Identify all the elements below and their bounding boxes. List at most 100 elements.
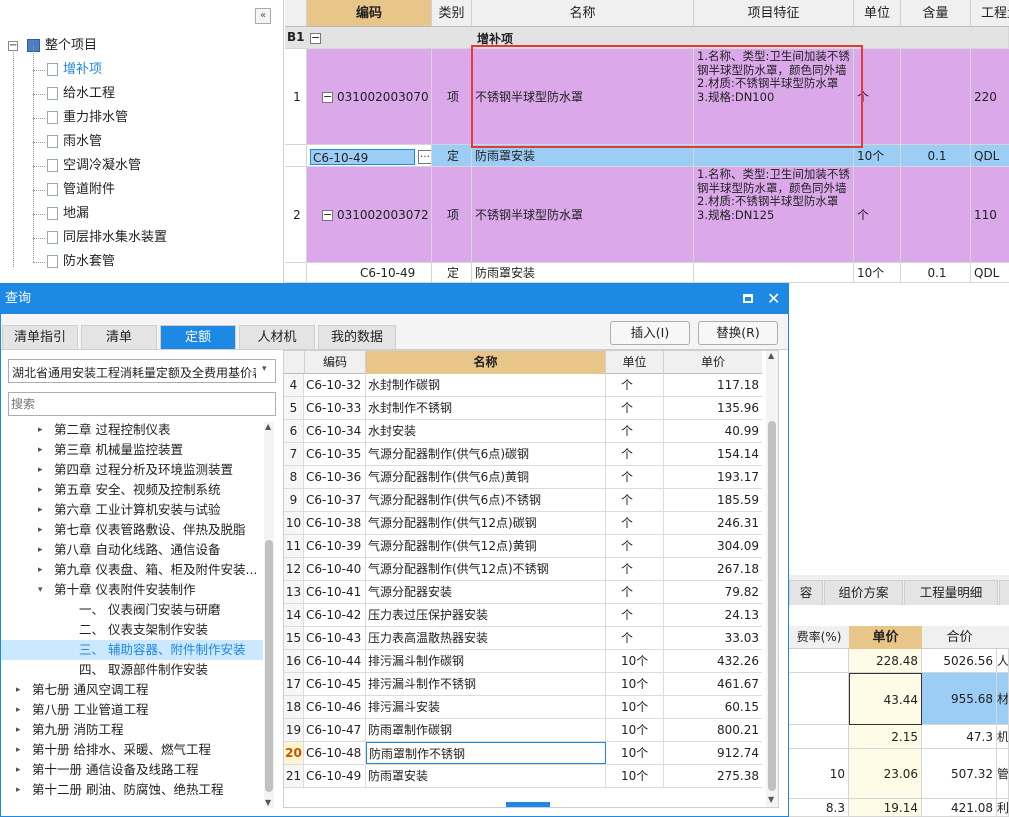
- quota-row[interactable]: 19 C6-10-47 防雨罩制作碳钢 10个 800.21: [284, 719, 762, 742]
- tree-item[interactable]: 给水工程: [0, 70, 284, 105]
- collapse-toggle-icon[interactable]: −: [8, 41, 18, 51]
- row-type[interactable]: 定: [432, 145, 472, 167]
- scroll-down-icon[interactable]: ▼: [768, 795, 774, 804]
- grid-header-unit[interactable]: 单位: [854, 0, 901, 27]
- quota-row[interactable]: 15 C6-10-43 压力表高温散热器安装个 33.03: [284, 627, 762, 650]
- row-type[interactable]: 定: [432, 263, 472, 283]
- tree-item[interactable]: 空调冷凝水管: [0, 142, 284, 177]
- chapter-item[interactable]: 二、 仪表支架制作安装: [1, 620, 263, 640]
- tab-0[interactable]: 清单指引: [2, 325, 78, 349]
- quota-row[interactable]: 7 C6-10-35 气源分配器制作(供气6点)碳钢个 154.14: [284, 443, 762, 466]
- quota-row[interactable]: 13 C6-10-41 气源分配器安装个 79.82: [284, 581, 762, 604]
- tab-2[interactable]: 定额: [160, 325, 236, 349]
- tab-3[interactable]: 人材机: [239, 325, 315, 349]
- row-code[interactable]: −031002003072: [307, 167, 432, 263]
- quota-header-price[interactable]: 单价: [664, 351, 762, 374]
- library-select[interactable]: 湖北省通用安装工程消耗量定额及全费用基价表 ▾: [8, 359, 276, 383]
- row-code[interactable]: C6-10-49: [307, 263, 432, 283]
- expand-arrow-icon[interactable]: ▸: [16, 760, 21, 780]
- code-edit-field[interactable]: C6-10-49: [310, 148, 415, 165]
- expand-arrow-icon[interactable]: ▸: [16, 740, 21, 760]
- row-qty[interactable]: [901, 49, 971, 145]
- row-amount[interactable]: QDL: [971, 263, 1009, 283]
- pricing-price[interactable]: 43.44: [849, 673, 922, 725]
- quota-row[interactable]: 18 C6-10-46 排污漏斗安装 10个 60.15: [284, 696, 762, 719]
- chapter-item[interactable]: ▸ 第十册 给排水、采暖、燃气工程: [1, 740, 263, 760]
- expand-arrow-icon[interactable]: ▾: [38, 580, 43, 600]
- tree-root[interactable]: − 整个项目: [0, 35, 284, 57]
- chapter-item[interactable]: ▸ 第二章 过程控制仪表: [1, 420, 263, 440]
- pricing-price[interactable]: 19.14: [849, 799, 922, 817]
- close-icon[interactable]: ✕: [767, 284, 780, 314]
- tree-item[interactable]: 重力排水管: [0, 94, 284, 129]
- tab-1[interactable]: 清单: [81, 325, 157, 349]
- row-code[interactable]: C6-10-49…: [307, 145, 432, 167]
- grid-header-amount[interactable]: 工程量: [971, 0, 1009, 27]
- chapter-item[interactable]: ▸ 第九册 消防工程: [1, 720, 263, 740]
- quota-row[interactable]: 20 C6-10-48 防雨罩制作不锈钢 10个 912.74: [284, 742, 762, 765]
- expand-arrow-icon[interactable]: ▸: [38, 500, 43, 520]
- pricing-tab[interactable]: 工程量明细: [904, 580, 998, 605]
- row-amount[interactable]: QDL: [971, 145, 1009, 167]
- search-input[interactable]: [11, 395, 271, 413]
- quota-scrollbar[interactable]: ▲ ▼: [766, 351, 778, 807]
- chapter-item[interactable]: 一、 仪表阀门安装与研磨: [1, 600, 263, 620]
- quota-row[interactable]: 10 C6-10-38 气源分配器制作(供气12点)碳钢个 246.31: [284, 512, 762, 535]
- quota-row[interactable]: 6 C6-10-34 水封安装个 40.99: [284, 420, 762, 443]
- grid-header-qty[interactable]: 含量: [901, 0, 971, 27]
- chapter-item[interactable]: ▸ 第十一册 通信设备及线路工程: [1, 760, 263, 780]
- row-feature[interactable]: 1.名称、类型:卫生间加装不锈钢半球型防水罩，颜色同外墙 2.材质:不锈钢半球型…: [694, 167, 854, 263]
- row-amount[interactable]: 220: [971, 49, 1009, 145]
- chapter-item[interactable]: ▸ 第五章 安全、视频及控制系统: [1, 480, 263, 500]
- tree-item[interactable]: 管道附件: [0, 166, 284, 201]
- section-collapse-icon[interactable]: −: [310, 31, 325, 45]
- chapter-item[interactable]: ▸ 第七章 仪表管路敷设、伴热及脱脂: [1, 520, 263, 540]
- tree-item[interactable]: 防水套管: [0, 238, 284, 273]
- row-qty[interactable]: 0.1: [901, 263, 971, 283]
- chapter-item[interactable]: ▾ 第十章 仪表附件安装制作: [1, 580, 263, 600]
- expand-arrow-icon[interactable]: ▸: [16, 780, 21, 800]
- chapter-item[interactable]: ▸ 第八册 工业管道工程: [1, 700, 263, 720]
- scroll-up-icon[interactable]: ▲: [768, 351, 774, 360]
- row-name[interactable]: 不锈钢半球型防水罩: [472, 167, 694, 263]
- pricing-tab[interactable]: 容: [789, 580, 823, 605]
- row-type[interactable]: 项: [432, 167, 472, 263]
- replace-button[interactable]: 替换(R): [698, 321, 778, 345]
- quota-header-code[interactable]: 编码: [304, 351, 366, 374]
- collapse-icon[interactable]: «: [255, 8, 271, 24]
- expand-arrow-icon[interactable]: ▸: [38, 440, 43, 460]
- chevron-down-icon[interactable]: ▾: [262, 364, 267, 374]
- grid-header-name[interactable]: 名称: [472, 0, 694, 27]
- expand-arrow-icon[interactable]: ▸: [16, 700, 21, 720]
- chapter-item[interactable]: ▸ 第七册 通风空调工程: [1, 680, 263, 700]
- chapter-item[interactable]: ▸ 第四章 过程分析及环境监测装置: [1, 460, 263, 480]
- row-code[interactable]: −031002003070: [307, 49, 432, 145]
- quota-row[interactable]: 16 C6-10-44 排污漏斗制作碳钢 10个 432.26: [284, 650, 762, 673]
- dialog-title-bar[interactable]: 查询 ✕: [1, 284, 788, 314]
- chapter-item[interactable]: ▸ 第八章 自动化线路、通信设备: [1, 540, 263, 560]
- chapter-item[interactable]: 四、 取源部件制作安装: [1, 660, 263, 680]
- quota-row[interactable]: 14 C6-10-42 压力表过压保护器安装个 24.13: [284, 604, 762, 627]
- quota-row[interactable]: 8 C6-10-36 气源分配器制作(供气6点)黄铜个 193.17: [284, 466, 762, 489]
- chapter-item[interactable]: ▸ 第九章 仪表盘、箱、柜及附件安装...: [1, 560, 263, 580]
- expand-arrow-icon[interactable]: ▸: [38, 560, 43, 580]
- pricing-tab[interactable]: 组价方案: [824, 580, 903, 605]
- more-icon[interactable]: …: [418, 149, 431, 164]
- row-qty[interactable]: [901, 167, 971, 263]
- chapter-item[interactable]: ▸ 第六章 工业计算机安装与试验: [1, 500, 263, 520]
- tab-4[interactable]: 我的数据: [318, 325, 396, 349]
- quota-header-name[interactable]: 名称: [366, 351, 606, 374]
- expand-arrow-icon[interactable]: ▸: [38, 520, 43, 540]
- row-collapse-icon[interactable]: −: [322, 209, 333, 221]
- pricing-price[interactable]: 228.48: [849, 649, 922, 673]
- chapter-item[interactable]: ▸ 第三章 机械量监控装置: [1, 440, 263, 460]
- expand-arrow-icon[interactable]: ▸: [38, 420, 43, 440]
- chapter-item[interactable]: ▸ 第十二册 刷油、防腐蚀、绝热工程: [1, 780, 263, 800]
- quota-header-unit[interactable]: 单位: [606, 351, 664, 374]
- row-feature[interactable]: [694, 145, 854, 167]
- row-name[interactable]: 防雨罩安装: [472, 145, 694, 167]
- pricing-tab[interactable]: ...: [999, 580, 1009, 605]
- search-box[interactable]: [8, 392, 276, 416]
- row-type[interactable]: 项: [432, 49, 472, 145]
- chapter-scroll-thumb[interactable]: [265, 540, 273, 792]
